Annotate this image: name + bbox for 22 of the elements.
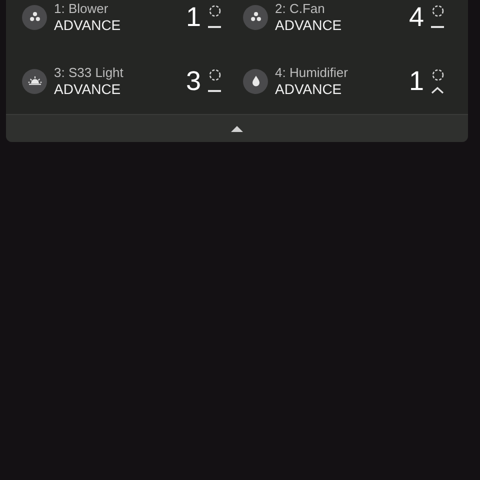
spinner-icon	[208, 68, 220, 80]
zone-name: 3: S33 Light	[54, 64, 124, 81]
zone-value: 1	[186, 4, 201, 30]
zone-value: 1	[408, 68, 424, 94]
zone-mode: ADVANCE	[275, 81, 342, 98]
zone-mode: ADVANCE	[275, 17, 342, 34]
zone-name: 2: C.Fan	[275, 0, 325, 17]
caret-up-icon	[231, 125, 243, 132]
spinner-icon	[432, 68, 444, 80]
spinner-icon	[432, 4, 444, 16]
collapse-bar[interactable]	[6, 114, 468, 142]
zone-mode: ADVANCE	[54, 81, 121, 98]
zone-value: 4	[408, 4, 424, 30]
zone-mode: ADVANCE	[54, 17, 121, 34]
fan-icon	[22, 4, 47, 30]
droplet-icon	[243, 68, 268, 94]
zone-name: 4: Humidifier	[275, 64, 348, 81]
zone-value: 3	[186, 68, 201, 94]
fan-icon	[243, 4, 268, 30]
spinner-icon	[208, 4, 220, 16]
zone-name: 1: Blower	[54, 0, 108, 17]
sunrise-icon	[22, 68, 47, 94]
